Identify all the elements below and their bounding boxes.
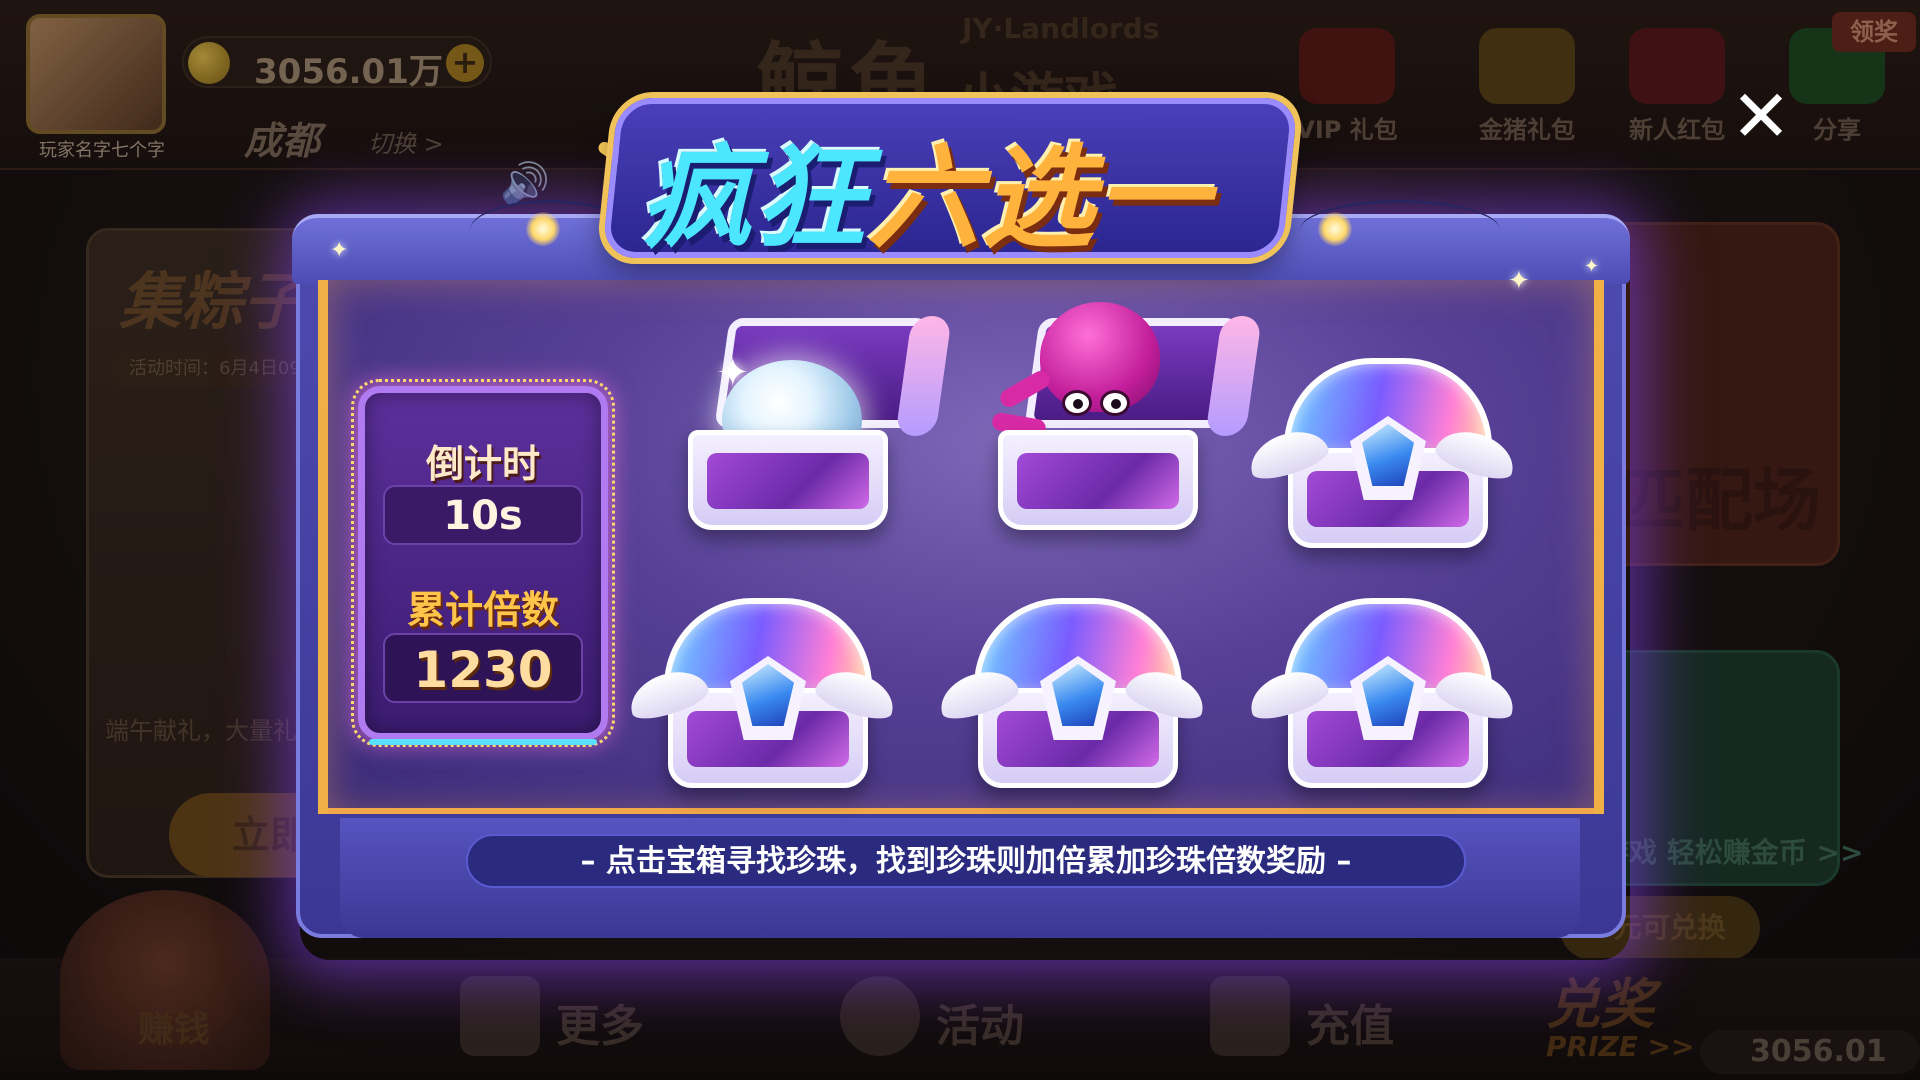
countdown-label: 倒计时 <box>425 442 540 486</box>
sparkle-icon: ✦ <box>716 350 750 396</box>
multiplier-box: 1230 <box>383 633 583 703</box>
chest-body <box>998 430 1198 530</box>
lamp-icon <box>1318 212 1352 246</box>
chest-body <box>688 430 888 530</box>
info-panel: 倒计时 10s 累计倍数 1230 <box>351 379 615 747</box>
popup-title-part2: 六选一 <box>868 134 1210 264</box>
countdown-value: 10s <box>443 493 523 539</box>
multiplier-value: 1230 <box>413 641 553 699</box>
sparkle-icon: ✦ <box>1508 266 1530 296</box>
treasure-chest-6[interactable] <box>1243 578 1521 808</box>
close-button[interactable]: ✕ <box>1728 80 1794 152</box>
countdown-box: 10s <box>383 485 583 545</box>
treasure-chest-5[interactable] <box>933 578 1211 808</box>
popup-title-part1: 疯狂 <box>640 134 868 264</box>
treasure-chest-2[interactable] <box>962 302 1240 550</box>
multiplier-label: 累计倍数 <box>406 588 559 632</box>
octopus-eye <box>1100 390 1130 416</box>
popup-title: 疯狂六选一 <box>640 108 1300 264</box>
octopus-eye <box>1062 390 1092 416</box>
treasure-chest-3[interactable] <box>1243 338 1521 568</box>
treasure-chest-4[interactable] <box>623 578 901 808</box>
hint-bar: – 点击宝箱寻找珍珠，找到珍珠则加倍累加珍珠倍数奖励 – <box>466 834 1466 888</box>
treasure-chest-1[interactable]: ✦ <box>652 318 930 550</box>
close-icon: ✕ <box>1730 74 1792 158</box>
lamp-icon <box>526 212 560 246</box>
sparkle-icon: ✦ <box>1584 256 1600 277</box>
octopus-icon <box>1040 302 1160 412</box>
sparkle-icon: ✦ <box>330 238 349 263</box>
